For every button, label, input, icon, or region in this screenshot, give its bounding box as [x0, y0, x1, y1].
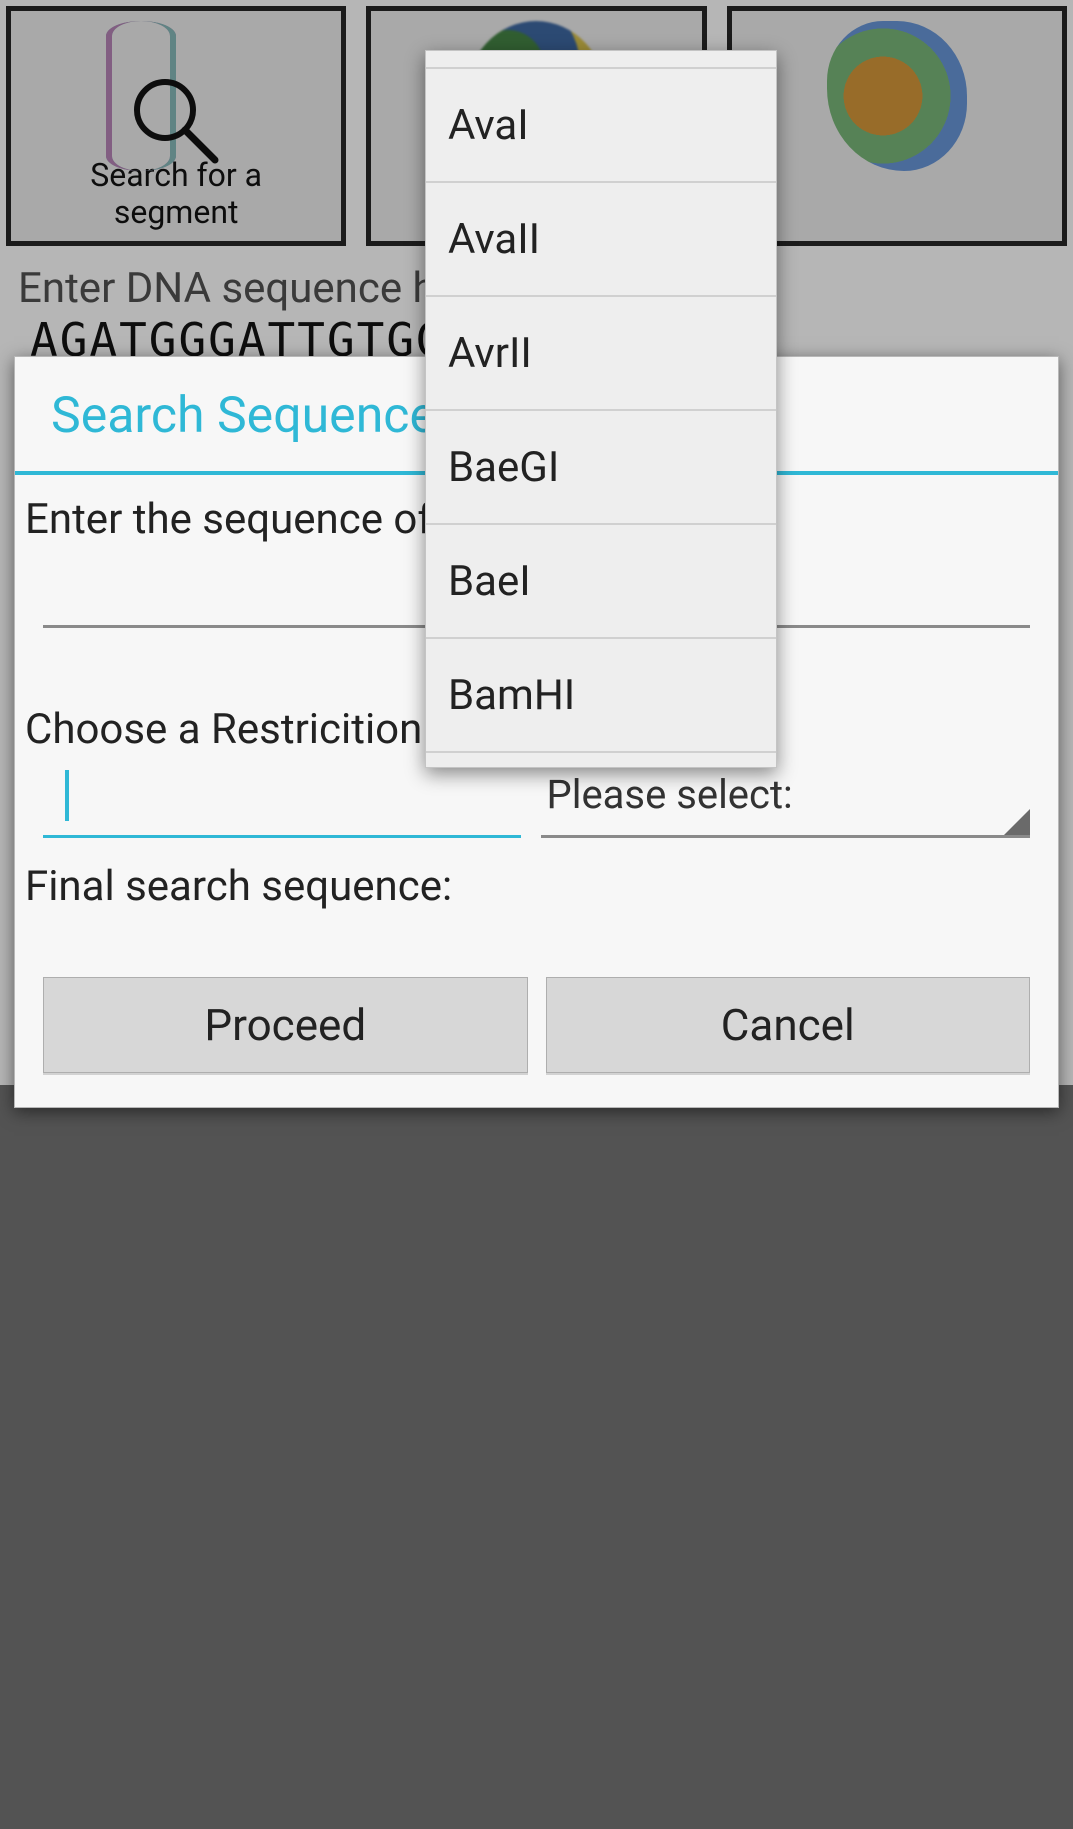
- final-sequence-value: [25, 917, 1048, 957]
- proceed-button[interactable]: Proceed: [43, 977, 528, 1073]
- final-sequence-label: Final search sequence:: [25, 844, 1048, 917]
- dropdown-item-label: AvrII: [448, 329, 532, 378]
- enzyme-dropdown-popup: AvaI AvaII AvrII BaeGI BaeI BamHI: [425, 50, 777, 768]
- spinner-placeholder: Please select:: [547, 771, 793, 818]
- dropdown-item-label: BaeGI: [448, 443, 559, 492]
- cancel-button-label: Cancel: [721, 999, 855, 1051]
- dropdown-item-partial[interactable]: [426, 59, 776, 69]
- background-fill: [0, 1085, 1073, 1829]
- search-icon: [131, 76, 221, 166]
- text-cursor: [65, 770, 69, 821]
- dropdown-indicator-icon: [1004, 809, 1030, 835]
- dropdown-item-baei[interactable]: BaeI: [426, 525, 776, 639]
- tool-card-third[interactable]: [727, 6, 1067, 246]
- enzyme-spinner[interactable]: Please select:: [541, 760, 1031, 838]
- enzyme-filter-input[interactable]: [43, 760, 521, 838]
- dropdown-item-bamhi[interactable]: BamHI: [426, 639, 776, 753]
- dropdown-item-partial[interactable]: [426, 753, 776, 763]
- ribosome-image: [827, 21, 967, 171]
- dropdown-item-label: BaeI: [448, 557, 531, 606]
- dropdown-item-baegi[interactable]: BaeGI: [426, 411, 776, 525]
- dna-helix-image: [106, 21, 246, 171]
- dropdown-item-avai[interactable]: AvaI: [426, 69, 776, 183]
- cancel-button[interactable]: Cancel: [546, 977, 1031, 1073]
- dropdown-item-label: AvaI: [448, 101, 529, 150]
- proceed-button-label: Proceed: [204, 999, 366, 1051]
- dropdown-item-label: AvaII: [448, 215, 540, 264]
- dropdown-item-label: BamHI: [448, 671, 575, 720]
- dropdown-item-avaii[interactable]: AvaII: [426, 183, 776, 297]
- tool-card-search-segment[interactable]: Search for a segment: [6, 6, 346, 246]
- dropdown-item-avrii[interactable]: AvrII: [426, 297, 776, 411]
